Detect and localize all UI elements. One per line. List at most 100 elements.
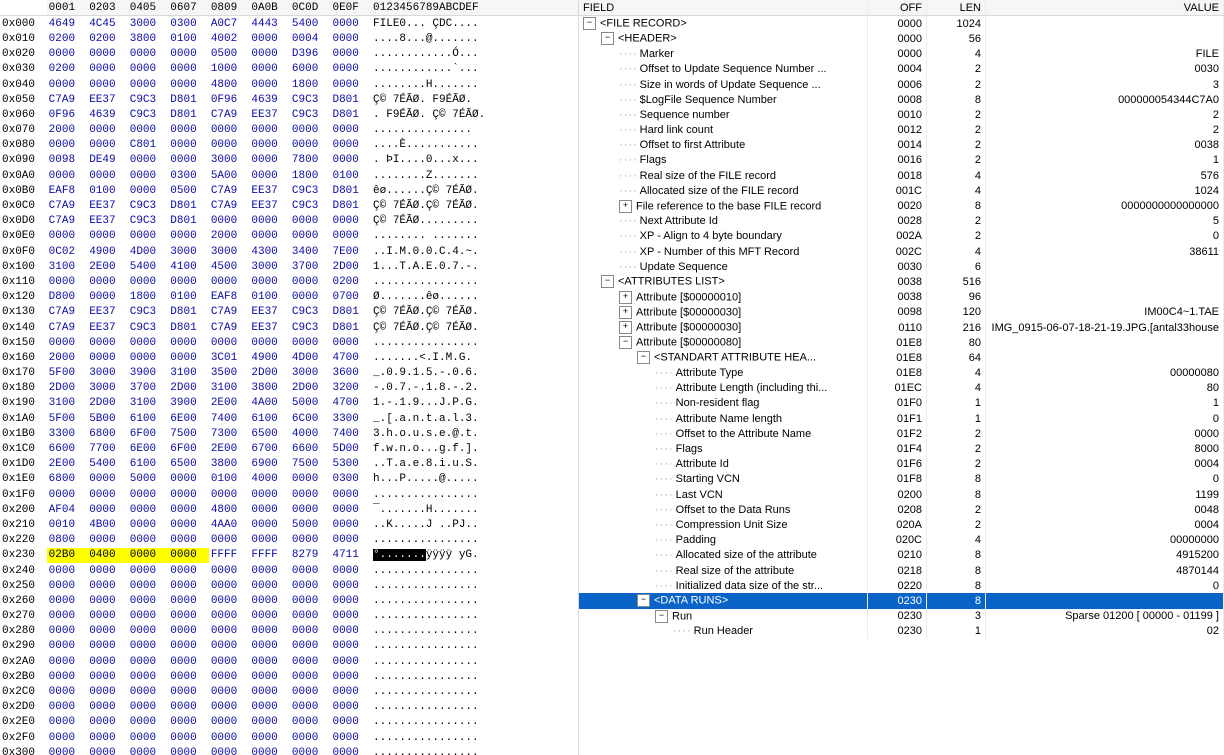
hex-row[interactable]: 0x28000000000000000000000000000000000...…: [0, 624, 578, 639]
collapse-icon[interactable]: −: [583, 17, 596, 30]
tree-row[interactable]: ····Offset to Update Sequence Number ...…: [579, 62, 1224, 77]
hex-word[interactable]: 3900: [128, 366, 169, 381]
hex-word[interactable]: C7A9: [47, 92, 88, 107]
hex-word[interactable]: D800: [47, 290, 88, 305]
hex-word[interactable]: 0000: [128, 715, 169, 730]
hex-word[interactable]: 0000: [168, 563, 209, 578]
tree-field-cell[interactable]: ····Initialized data size of the str...: [579, 578, 868, 593]
hex-word[interactable]: EE37: [249, 107, 290, 122]
tree-field-cell[interactable]: ····Sequence number: [579, 107, 868, 122]
collapse-icon[interactable]: −: [619, 336, 632, 349]
hex-word[interactable]: 0400: [87, 548, 128, 563]
hex-word[interactable]: 4000: [290, 426, 331, 441]
hex-word[interactable]: 3000: [87, 366, 128, 381]
hex-word[interactable]: C9C3: [290, 320, 331, 335]
hex-word[interactable]: EE37: [87, 305, 128, 320]
hex-word[interactable]: 0000: [47, 47, 88, 62]
hex-word[interactable]: 0F96: [47, 107, 88, 122]
hex-word[interactable]: 0100: [249, 290, 290, 305]
hex-ascii[interactable]: ................: [371, 639, 578, 654]
hex-word[interactable]: 0000: [330, 16, 371, 32]
collapse-icon[interactable]: −: [637, 351, 650, 364]
hex-row[interactable]: 0x0600F964639C9C3D801C7A9EE37C9C3D801. F…: [0, 107, 578, 122]
hex-word[interactable]: 0000: [47, 168, 88, 183]
hex-word[interactable]: 0000: [168, 593, 209, 608]
hex-word[interactable]: 0000: [87, 745, 128, 755]
hex-word[interactable]: C9C3: [128, 107, 169, 122]
hex-word[interactable]: 0000: [209, 533, 250, 548]
hex-row[interactable]: 0x03002000000000000001000000060000000...…: [0, 62, 578, 77]
hex-word[interactable]: 0000: [209, 639, 250, 654]
hex-word[interactable]: 0000: [209, 214, 250, 229]
hex-word[interactable]: 6E00: [168, 411, 209, 426]
tree-row[interactable]: ····Size in words of Update Sequence ...…: [579, 77, 1224, 92]
hex-word[interactable]: 0000: [47, 487, 88, 502]
hex-word[interactable]: 2E00: [47, 457, 88, 472]
hex-word[interactable]: 5400: [128, 259, 169, 274]
hex-word[interactable]: 6100: [249, 411, 290, 426]
hex-word[interactable]: 5D00: [330, 441, 371, 456]
hex-ascii[interactable]: ................: [371, 487, 578, 502]
hex-word[interactable]: C801: [128, 138, 169, 153]
hex-word[interactable]: A0C7: [209, 16, 250, 32]
hex-word[interactable]: 0004: [290, 31, 331, 46]
tree-row[interactable]: ····Attribute Length (including thi...01…: [579, 381, 1224, 396]
tree-field-cell[interactable]: ····XP - Align to 4 byte boundary: [579, 229, 868, 244]
tree-row[interactable]: ····Run Header0230102: [579, 624, 1224, 639]
tree-field-cell[interactable]: ····Size in words of Update Sequence ...: [579, 77, 868, 92]
hex-word[interactable]: 4443: [249, 16, 290, 32]
hex-ascii[interactable]: ................: [371, 684, 578, 699]
hex-word[interactable]: 0000: [87, 229, 128, 244]
hex-word[interactable]: 0000: [249, 593, 290, 608]
hex-word[interactable]: 4A00: [249, 396, 290, 411]
hex-word[interactable]: 0000: [47, 700, 88, 715]
tree-row[interactable]: ····Starting VCN01F880: [579, 472, 1224, 487]
hex-word[interactable]: C7A9: [209, 305, 250, 320]
hex-ascii[interactable]: ¯.......H.......: [371, 502, 578, 517]
hex-word[interactable]: 0200: [47, 62, 88, 77]
hex-word[interactable]: 0000: [87, 138, 128, 153]
hex-ascii[interactable]: ................: [371, 654, 578, 669]
hex-word[interactable]: 0000: [290, 578, 331, 593]
hex-ascii[interactable]: ................: [371, 745, 578, 755]
hex-word[interactable]: 7400: [330, 426, 371, 441]
hex-word[interactable]: 6500: [168, 457, 209, 472]
hex-word[interactable]: 5B00: [87, 411, 128, 426]
hex-row[interactable]: 0x19031002D00310039002E004A00500047001.-…: [0, 396, 578, 411]
hex-row[interactable]: 0x07020000000000000000000000000000000 ..…: [0, 123, 578, 138]
hex-word[interactable]: 0000: [330, 138, 371, 153]
hex-word[interactable]: 0200: [330, 274, 371, 289]
hex-word[interactable]: 3000: [209, 153, 250, 168]
hex-row[interactable]: 0x00046494C4530000300A0C7444354000000FIL…: [0, 16, 578, 32]
hex-word[interactable]: 0000: [330, 669, 371, 684]
hex-word[interactable]: D801: [168, 107, 209, 122]
tree-row[interactable]: +Attribute [$00000030]0110216IMG_0915-06…: [579, 320, 1224, 335]
hex-word[interactable]: 0000: [330, 214, 371, 229]
hex-word[interactable]: 0F96: [209, 92, 250, 107]
hex-word[interactable]: 3900: [168, 396, 209, 411]
hex-row[interactable]: 0x1802D00300037002D00310038002D003200-.0…: [0, 381, 578, 396]
hex-word[interactable]: FFFF: [249, 548, 290, 563]
hex-word[interactable]: 0000: [168, 153, 209, 168]
hex-word[interactable]: 0000: [128, 183, 169, 198]
hex-row[interactable]: 0x10031002E00540041004500300037002D001..…: [0, 259, 578, 274]
tree-row[interactable]: ····Sequence number001022: [579, 107, 1224, 122]
hex-word[interactable]: C7A9: [209, 183, 250, 198]
hex-word[interactable]: 4002: [209, 31, 250, 46]
hex-word[interactable]: 3400: [290, 244, 331, 259]
hex-word[interactable]: 0300: [168, 16, 209, 32]
hex-word[interactable]: C9C3: [290, 92, 331, 107]
hex-word[interactable]: 0000: [128, 700, 169, 715]
hex-word[interactable]: 6F00: [168, 441, 209, 456]
hex-ascii[interactable]: ..K.....J ..PJ..: [371, 517, 578, 532]
col-value[interactable]: VALUE: [986, 0, 1224, 16]
hex-word[interactable]: 0000: [47, 745, 88, 755]
tree-row[interactable]: ····Attribute Name length01F110: [579, 411, 1224, 426]
hex-word[interactable]: D801: [330, 92, 371, 107]
hex-word[interactable]: 0000: [249, 502, 290, 517]
hex-word[interactable]: 0000: [249, 563, 290, 578]
hex-word[interactable]: 0000: [209, 609, 250, 624]
hex-word[interactable]: 0000: [209, 274, 250, 289]
hex-word[interactable]: 4D00: [128, 244, 169, 259]
hex-word[interactable]: 0100: [209, 472, 250, 487]
